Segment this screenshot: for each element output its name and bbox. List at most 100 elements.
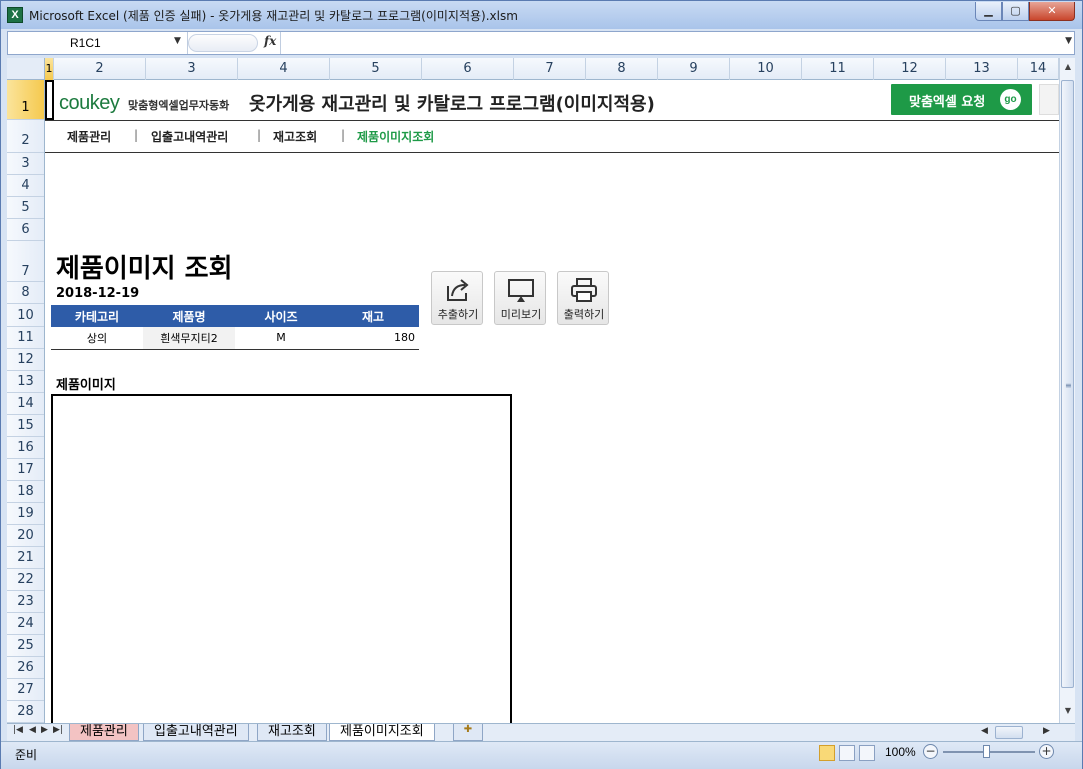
page-layout-view-icon[interactable] [839, 745, 855, 761]
page-break-view-icon[interactable] [859, 745, 875, 761]
row-header[interactable]: 2 [7, 120, 44, 153]
last-sheet-icon[interactable]: ▶| [53, 725, 63, 735]
row-header[interactable]: 28 [7, 701, 44, 723]
row-header[interactable]: 14 [7, 393, 44, 415]
insert-function-icon[interactable]: fx [264, 34, 276, 48]
cell-category[interactable]: 상의 [51, 327, 143, 350]
column-header[interactable]: 3 [146, 58, 238, 80]
name-box[interactable]: R1C1 ▼ [8, 32, 188, 54]
row-header[interactable]: 8 [7, 282, 44, 304]
active-cell-cursor[interactable] [45, 80, 54, 120]
row-header[interactable]: 3 [7, 153, 44, 175]
row-header[interactable]: 16 [7, 437, 44, 459]
product-image-frame[interactable] [51, 394, 512, 723]
column-header[interactable]: 11 [802, 58, 874, 80]
sheet-tab[interactable]: 입출고내역관리 [143, 724, 249, 741]
horizontal-scrollbar[interactable]: ◀ ▶ [975, 726, 1057, 740]
row-header[interactable]: 25 [7, 635, 44, 657]
first-sheet-icon[interactable]: |◀ [13, 725, 23, 735]
maximize-button[interactable]: ▢ [1002, 2, 1029, 21]
preview-monitor-icon [508, 279, 534, 302]
zoom-level[interactable]: 100% [885, 745, 916, 759]
column-header[interactable]: 6 [422, 58, 514, 80]
formula-bar-splitter[interactable] [188, 34, 258, 52]
nav-item-product-image-lookup[interactable]: 제품이미지조회 [357, 128, 434, 145]
sheet-tab[interactable]: 재고조회 [257, 724, 327, 741]
nav-separator: | [257, 128, 262, 142]
row-header[interactable]: 1 [7, 80, 44, 120]
page-title: 제품이미지 조회 [56, 254, 233, 284]
column-header[interactable]: 7 [514, 58, 586, 80]
row-header[interactable]: 4 [7, 175, 44, 197]
nav-item-inout-history[interactable]: 입출고내역관리 [151, 128, 228, 145]
name-box-dropdown-icon[interactable]: ▼ [174, 36, 181, 46]
column-header[interactable]: 4 [238, 58, 330, 80]
row-header[interactable]: 6 [7, 219, 44, 241]
column-header-size: 사이즈 [235, 305, 327, 327]
query-date: 2018-12-19 [56, 286, 140, 301]
minimize-button[interactable]: ▁ [975, 2, 1002, 21]
insert-sheet-icon[interactable]: ✚ [453, 724, 483, 741]
zoom-slider-thumb[interactable] [983, 745, 990, 758]
row-header[interactable]: 23 [7, 591, 44, 613]
row-header[interactable]: 24 [7, 613, 44, 635]
column-header[interactable]: 1 [45, 58, 54, 80]
sheet-tab[interactable]: 제품관리 [69, 724, 139, 741]
scroll-left-icon[interactable]: ◀ [981, 726, 988, 736]
row-header[interactable]: 10 [7, 304, 44, 327]
sheet-tab-active[interactable]: 제품이미지조회 [329, 724, 435, 741]
column-header[interactable]: 13 [946, 58, 1018, 80]
vertical-scroll-thumb[interactable]: ≡ [1061, 80, 1074, 688]
prev-sheet-icon[interactable]: ◀ [29, 725, 36, 735]
row-header[interactable]: 20 [7, 525, 44, 547]
select-all-corner[interactable] [7, 58, 45, 80]
row-header[interactable]: 27 [7, 679, 44, 701]
worksheet[interactable]: 1 2 3 4 5 6 7 8 9 10 11 12 13 14 1 2 3 4… [7, 58, 1075, 723]
row-header[interactable]: 5 [7, 197, 44, 219]
partial-button[interactable] [1039, 84, 1059, 115]
close-button[interactable]: ✕ [1029, 2, 1075, 21]
column-header[interactable]: 2 [54, 58, 146, 80]
row-header[interactable]: 15 [7, 415, 44, 437]
print-button[interactable]: 출력하기 [557, 271, 609, 325]
cell-product-name[interactable]: 흰색무지티2 [143, 327, 235, 350]
excel-app-icon[interactable]: X [7, 7, 23, 23]
column-header[interactable]: 9 [658, 58, 730, 80]
row-header[interactable]: 26 [7, 657, 44, 679]
row-header[interactable]: 19 [7, 503, 44, 525]
column-header[interactable]: 10 [730, 58, 802, 80]
column-header[interactable]: 5 [330, 58, 422, 80]
scroll-up-icon[interactable]: ▲ [1062, 62, 1074, 74]
vertical-scrollbar[interactable]: ▲ ≡ ▼ [1059, 58, 1075, 723]
export-button[interactable]: 추출하기 [431, 271, 483, 325]
row-header[interactable]: 12 [7, 349, 44, 371]
product-info-table: 카테고리 제품명 사이즈 재고 상의 흰색무지티2 M 180 [51, 305, 419, 350]
preview-button[interactable]: 미리보기 [494, 271, 546, 325]
row-header[interactable]: 18 [7, 481, 44, 503]
column-header[interactable]: 14 [1018, 58, 1059, 80]
horizontal-scroll-thumb[interactable] [995, 726, 1023, 739]
next-sheet-icon[interactable]: ▶ [41, 725, 48, 735]
cell-size[interactable]: M [235, 327, 327, 350]
nav-item-product-management[interactable]: 제품관리 [67, 128, 111, 145]
formula-input[interactable] [280, 32, 1060, 54]
scroll-down-icon[interactable]: ▼ [1062, 706, 1074, 718]
row-header[interactable]: 17 [7, 459, 44, 481]
row-header[interactable]: 22 [7, 569, 44, 591]
expand-formula-bar-icon[interactable]: ▼ [1065, 36, 1072, 46]
table-row: 상의 흰색무지티2 M 180 [51, 327, 419, 350]
row-header[interactable]: 21 [7, 547, 44, 569]
scroll-right-icon[interactable]: ▶ [1043, 726, 1050, 736]
cell-stock[interactable]: 180 [327, 327, 419, 350]
custom-excel-request-button[interactable]: 맞춤엑셀 요청 go [891, 84, 1032, 115]
normal-view-icon[interactable] [819, 745, 835, 761]
row-header[interactable]: 13 [7, 371, 44, 393]
row-header[interactable]: 7 [7, 241, 44, 282]
row-header[interactable]: 11 [7, 327, 44, 349]
name-box-value: R1C1 [70, 36, 101, 50]
column-header[interactable]: 8 [586, 58, 658, 80]
column-header[interactable]: 12 [874, 58, 946, 80]
nav-item-stock-lookup[interactable]: 재고조회 [273, 128, 317, 145]
zoom-out-icon[interactable]: − [923, 744, 938, 759]
zoom-in-icon[interactable]: + [1039, 744, 1054, 759]
